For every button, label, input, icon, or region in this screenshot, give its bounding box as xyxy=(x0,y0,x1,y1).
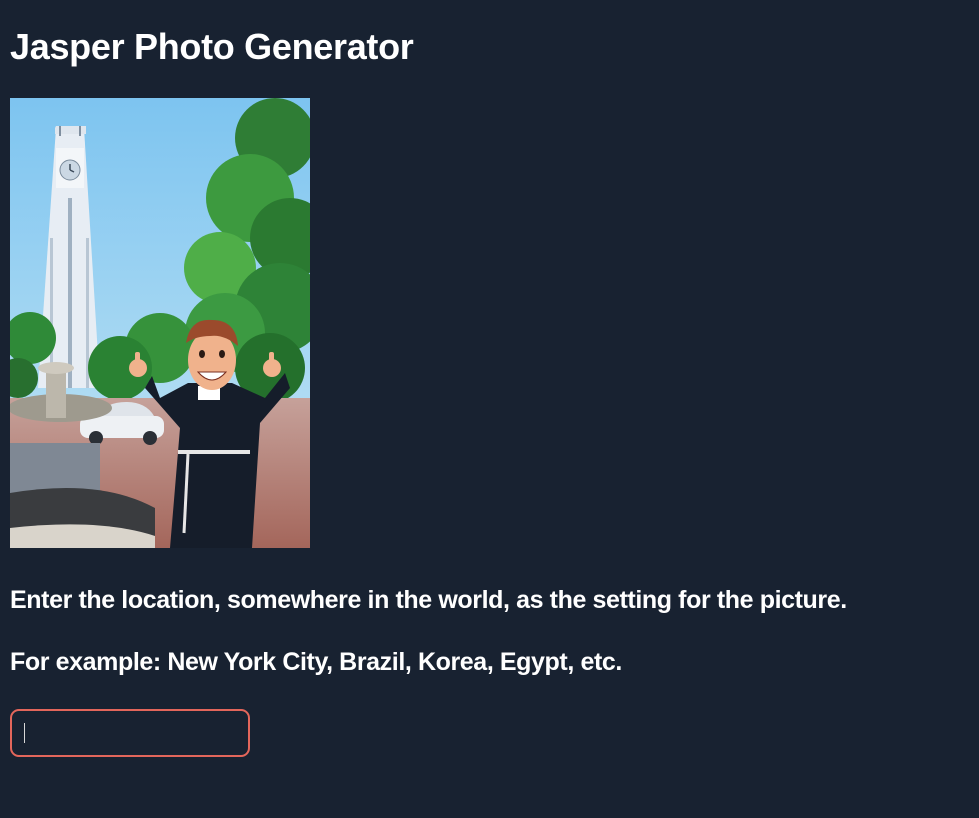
instruction-example: For example: New York City, Brazil, Kore… xyxy=(10,648,622,676)
generated-photo xyxy=(10,98,310,548)
location-input-wrapper xyxy=(10,709,250,757)
generated-photo-image xyxy=(10,98,310,548)
instruction-location: Enter the location, somewhere in the wor… xyxy=(10,586,847,614)
location-input[interactable] xyxy=(10,709,250,757)
text-cursor xyxy=(24,723,25,743)
page-title: Jasper Photo Generator xyxy=(10,26,414,67)
